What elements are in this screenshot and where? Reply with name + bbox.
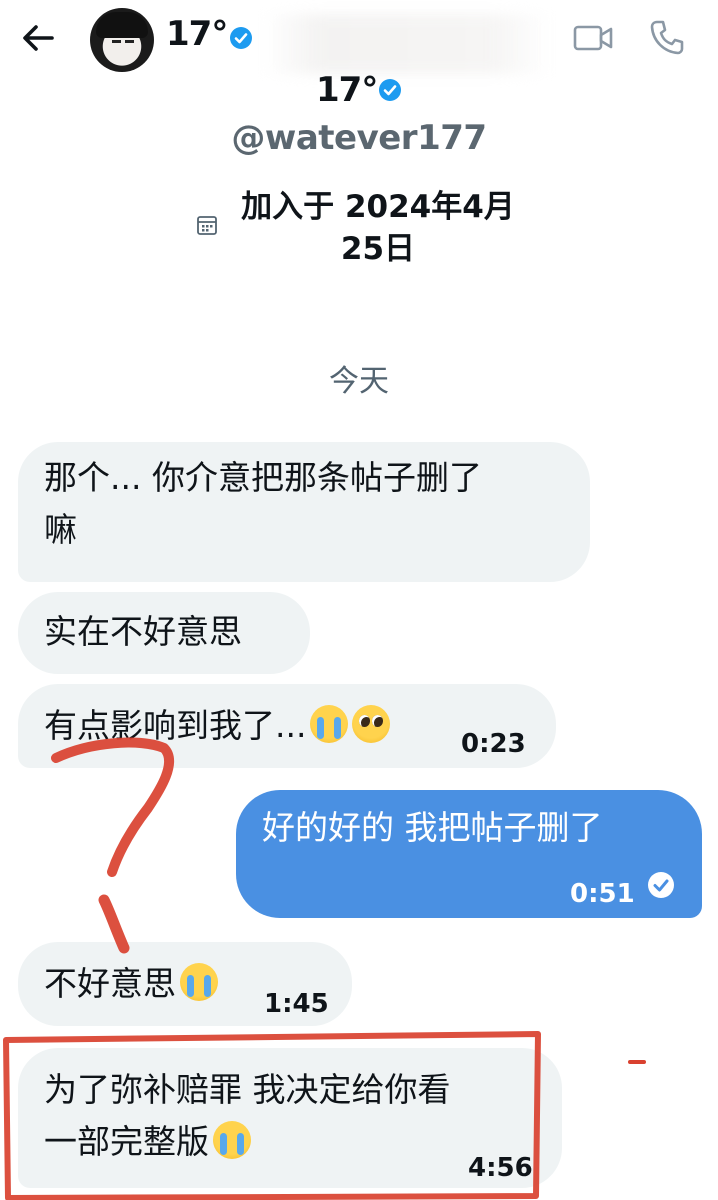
verified-badge-icon	[230, 27, 252, 49]
read-check-icon	[648, 872, 674, 898]
phone-call-icon[interactable]	[648, 18, 686, 56]
message-text: 嘛	[44, 510, 77, 549]
message-bubble-outgoing[interactable]: 好的好的 我把帖子删了 0:51	[236, 790, 702, 918]
message-bubble-incoming[interactable]: 不好意思 1:45	[18, 942, 352, 1026]
blurred-region	[262, 14, 552, 74]
avatar[interactable]	[90, 8, 154, 72]
video-call-icon[interactable]	[572, 20, 614, 56]
message-time: 0:51	[570, 879, 635, 909]
join-date-line: 加入于 2024年4月	[241, 189, 515, 225]
verified-badge-icon	[379, 79, 401, 101]
crying-face-icon	[310, 705, 349, 743]
message-time: 1:45	[264, 989, 329, 1019]
join-date: 加入于 2024年4月 25日	[228, 186, 528, 270]
message-text: 有点影响到我了...	[44, 706, 307, 745]
profile-name: 17°	[316, 70, 378, 110]
question-mark-dot-annotation	[98, 894, 130, 954]
message-text: 那个... 你介意把那条帖子删了	[44, 458, 482, 497]
message-text: 实在不好意思	[44, 612, 242, 651]
message-text: 好的好的 我把帖子删了	[262, 808, 603, 847]
header-name[interactable]: 17°	[166, 14, 228, 54]
message-bubble-incoming[interactable]: 实在不好意思	[18, 592, 310, 674]
join-date-line: 25日	[340, 231, 416, 267]
message-text: 不好意思	[44, 964, 176, 1003]
message-text: 一部完整版	[44, 1122, 209, 1161]
message-time: 4:56	[468, 1153, 533, 1183]
message-bubble-incoming[interactable]: 有点影响到我了... 0:23	[18, 684, 556, 768]
crying-face-icon	[180, 963, 218, 1001]
message-text: 为了弥补赔罪 我决定给你看	[44, 1070, 451, 1109]
day-separator: 今天	[329, 364, 389, 399]
pleading-face-icon	[352, 705, 391, 743]
message-bubble-incoming[interactable]: 为了弥补赔罪 我决定给你看 一部完整版 4:56	[18, 1048, 562, 1188]
crying-face-icon	[213, 1121, 251, 1159]
arrow-left-icon[interactable]	[18, 18, 58, 58]
calendar-icon	[197, 216, 217, 235]
conversation-header: 17°	[0, 0, 718, 80]
profile-handle: @watever177	[231, 118, 487, 158]
message-time: 0:23	[461, 729, 526, 759]
message-bubble-incoming[interactable]: 那个... 你介意把那条帖子删了 嘛	[18, 442, 590, 582]
